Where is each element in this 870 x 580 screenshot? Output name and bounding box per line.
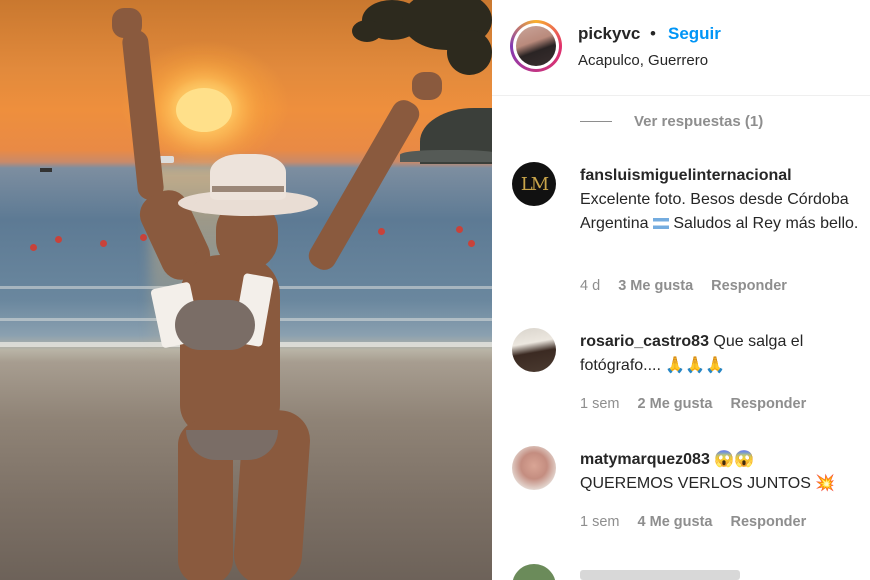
buoy [378, 228, 385, 235]
comment-partial [580, 562, 820, 580]
comment-likes[interactable]: 4 Me gusta [638, 514, 713, 530]
comment-likes[interactable]: 3 Me gusta [618, 278, 693, 294]
comment-username[interactable]: fansluismiguelinternacional [580, 167, 792, 184]
comment-text-cutoff [580, 570, 740, 580]
comment-meta: 1 sem 2 Me gusta Responder [580, 396, 820, 412]
comment-username[interactable]: rosario_castro83 [580, 333, 709, 350]
story-ring-avatar[interactable] [510, 20, 562, 72]
boat-far [40, 168, 52, 172]
avatar-monogram: LM [520, 173, 549, 195]
commenter-avatar[interactable]: LM [512, 162, 556, 206]
buoy [30, 244, 37, 251]
comment-body: fansluismiguelinternacional Excelente fo… [580, 164, 864, 236]
comment-time: 4 d [580, 278, 601, 294]
buoy [456, 226, 463, 233]
comment-username[interactable]: matymarquez083 [580, 451, 710, 468]
separator-dot: • [650, 24, 656, 43]
comment-time: 1 sem [580, 396, 620, 412]
bikini-top [175, 300, 255, 350]
post-header: pickyvc • Seguir Acapulco, Guerrero [492, 0, 870, 96]
avatar-border [513, 23, 559, 69]
comment-emoji: 😱😱 [709, 451, 755, 468]
figure-hand-right [412, 72, 442, 100]
post-location[interactable]: Acapulco, Guerrero [578, 52, 708, 69]
buoy [140, 234, 147, 241]
argentina-flag-icon [652, 218, 669, 229]
reply-button[interactable]: Responder [731, 514, 807, 530]
comment-meta: 4 d 3 Me gusta Responder [580, 278, 801, 294]
post-username[interactable]: pickyvc [578, 24, 640, 44]
comment-likes[interactable]: 2 Me gusta [638, 396, 713, 412]
sun [176, 88, 232, 132]
comment-text: QUEREMOS VERLOS JUNTOS 💥 [580, 475, 836, 492]
island-shore [400, 150, 492, 162]
commenter-avatar[interactable] [512, 564, 556, 580]
comment-body: rosario_castro83 Que salga el fotógrafo.… [580, 330, 864, 378]
reply-button[interactable]: Responder [711, 278, 787, 294]
commenter-avatar[interactable] [512, 328, 556, 372]
replies-divider [580, 121, 612, 122]
tree-branches [352, 0, 492, 80]
comment-body: matymarquez083 😱😱 QUEREMOS VERLOS JUNTOS… [580, 448, 864, 496]
comment-text: Saludos al Rey más bello. [668, 215, 859, 232]
avatar [516, 26, 556, 66]
figure-arm-right [304, 95, 424, 275]
buoy [100, 240, 107, 247]
follow-button[interactable]: Seguir [668, 24, 721, 44]
sun-hat-band [212, 186, 284, 192]
comment-meta: 1 sem 4 Me gusta Responder [580, 514, 820, 530]
comment-time: 1 sem [580, 514, 620, 530]
view-replies-label: Ver respuestas (1) [634, 113, 764, 130]
buoy [55, 236, 62, 243]
comments-panel: pickyvc • Seguir Acapulco, Guerrero Ver … [492, 0, 870, 580]
buoy [468, 240, 475, 247]
commenter-avatar[interactable] [512, 446, 556, 490]
view-replies-button[interactable]: Ver respuestas (1) [580, 113, 763, 130]
reply-button[interactable]: Responder [731, 396, 807, 412]
post-photo[interactable] [0, 0, 492, 580]
sun-hat-crown [210, 154, 286, 200]
